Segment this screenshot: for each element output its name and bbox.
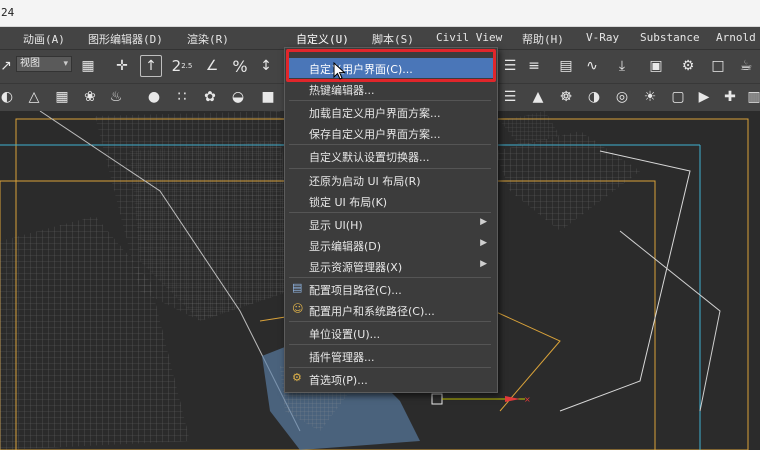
menu-scripting[interactable]: 脚本(S): [372, 31, 414, 47]
user-folder-icon: ☺: [292, 302, 304, 315]
menu-separator: [289, 100, 491, 101]
render-setup-icon[interactable]: ▣: [646, 56, 666, 76]
menu-separator: [289, 277, 491, 278]
view-dropdown[interactable]: 视图: [16, 56, 72, 72]
menu-separator: [289, 321, 491, 322]
menu-item-label: 显示编辑器(D): [309, 240, 382, 253]
menu-item-plugin-manager[interactable]: 插件管理器...: [287, 346, 493, 366]
render-frame-icon[interactable]: □: [708, 56, 728, 76]
palette-dots-icon[interactable]: ∷: [172, 87, 192, 107]
shape-icon[interactable]: △: [24, 87, 44, 107]
folder-icon: ▤: [292, 281, 303, 294]
menu-item-units-setup[interactable]: 单位设置(U)...: [287, 323, 493, 343]
menu-item-label: 显示资源管理器(X): [309, 261, 403, 274]
menu-item-project-paths[interactable]: ▤ 配置项目路径(C)...: [287, 279, 493, 299]
menu-item-label: 插件管理器...: [309, 351, 375, 364]
menu-item-label: 显示 UI(H): [309, 219, 363, 232]
menu-customize[interactable]: 自定义(U): [296, 31, 349, 47]
frame-icon[interactable]: ▢: [668, 87, 688, 107]
grid-icon[interactable]: ▦: [52, 87, 72, 107]
pin-icon[interactable]: ▲: [528, 87, 548, 107]
material-ball-icon[interactable]: ●: [144, 87, 164, 107]
menu-item-label: 热键编辑器...: [309, 84, 375, 97]
menu-item-label: 首选项(P)...: [309, 374, 368, 387]
paint-palette-icon[interactable]: ✿: [200, 87, 220, 107]
panel-icon[interactable]: ▥: [744, 87, 760, 107]
select-region-icon[interactable]: ↑: [140, 55, 162, 77]
menu-item-show-ui[interactable]: 显示 UI(H) ▶: [287, 214, 493, 234]
submenu-arrow-icon: ▶: [480, 238, 487, 248]
light-bulb-icon[interactable]: ☀: [640, 87, 660, 107]
window-title-bar: 24: [0, 0, 760, 27]
menu-graph-editors[interactable]: 图形编辑器(D): [88, 31, 163, 47]
submenu-arrow-icon: ▶: [480, 217, 487, 227]
disc-icon[interactable]: ◑: [584, 87, 604, 107]
highlight-callout: [286, 49, 496, 82]
render-teapot-icon[interactable]: ☕: [736, 56, 756, 76]
sphere-icon[interactable]: ◐: [0, 87, 17, 107]
menu-item-load-ui-scheme[interactable]: 加载自定义用户界面方案...: [287, 102, 493, 122]
curve-editor-icon[interactable]: ∿: [582, 56, 602, 76]
menu-separator: [289, 144, 491, 145]
menu-vray[interactable]: V-Ray: [586, 31, 619, 44]
menu-item-label: 配置用户和系统路径(C)...: [309, 305, 435, 318]
menu-item-label: 配置项目路径(C)...: [309, 284, 402, 297]
menu-item-show-editors[interactable]: 显示编辑器(D) ▶: [287, 235, 493, 255]
angle-snap-icon[interactable]: ∠: [202, 56, 222, 76]
paint-bucket-icon[interactable]: ◒: [228, 87, 248, 107]
window-title: 24: [1, 6, 15, 19]
plant-icon[interactable]: ❀: [80, 87, 100, 107]
menu-separator: [289, 212, 491, 213]
menu-item-label: 还原为启动 UI 布局(R): [309, 175, 421, 188]
link-icon[interactable]: ↗: [0, 56, 16, 76]
menu-arnold[interactable]: Arnold: [716, 31, 756, 44]
snap-toggle-icon[interactable]: 2 2.5: [172, 56, 193, 76]
menu-item-defaults-switcher[interactable]: 自定义默认设置切换器...: [287, 146, 493, 166]
move-icon[interactable]: ✛: [112, 56, 132, 76]
play-icon[interactable]: ▶: [694, 87, 714, 107]
menu-civil-view[interactable]: Civil View: [436, 31, 502, 44]
menu-item-label: 锁定 UI 布局(K): [309, 196, 388, 209]
gizmo-x-glyph: ×: [524, 395, 531, 404]
menu-item-lock-ui-layout[interactable]: 锁定 UI 布局(K): [287, 191, 493, 211]
mouse-cursor-icon: [333, 62, 346, 80]
select-object-icon[interactable]: ▦: [78, 56, 98, 76]
menu-item-save-ui-scheme[interactable]: 保存自定义用户界面方案...: [287, 123, 493, 143]
material-editor-icon[interactable]: ⚙: [678, 56, 698, 76]
menu-separator: [289, 367, 491, 368]
dope-sheet-icon[interactable]: ⤓: [612, 56, 632, 76]
menu-substance[interactable]: Substance: [640, 31, 700, 44]
menu-separator: [289, 168, 491, 169]
menu-item-label: 保存自定义用户界面方案...: [309, 128, 441, 141]
spinner-snap-icon[interactable]: ↕: [256, 56, 276, 76]
menu-item-label: 加载自定义用户界面方案...: [309, 107, 441, 120]
target-icon[interactable]: ◎: [612, 87, 632, 107]
list-icon[interactable]: ☰: [500, 87, 520, 107]
layer-list-icon[interactable]: ☰: [500, 56, 520, 76]
vertex-icon[interactable]: ■: [258, 87, 278, 107]
layer-manager-icon[interactable]: ≡: [524, 56, 544, 76]
submenu-arrow-icon: ▶: [480, 259, 487, 269]
menu-separator: [289, 344, 491, 345]
menu-rendering[interactable]: 渲染(R): [187, 31, 229, 47]
menu-item-preferences[interactable]: ⚙ 首选项(P)...: [287, 369, 493, 389]
menu-item-label: 单位设置(U)...: [309, 328, 381, 341]
menu-item-show-explorers[interactable]: 显示资源管理器(X) ▶: [287, 256, 493, 276]
gear-icon: ⚙: [292, 371, 302, 384]
crosshair-icon[interactable]: ✚: [720, 87, 740, 107]
percent-snap-icon[interactable]: %: [230, 56, 250, 76]
menu-item-label: 自定义默认设置切换器...: [309, 151, 430, 164]
menu-item-hotkey-editor[interactable]: 热键编辑器...: [287, 79, 493, 99]
menu-help[interactable]: 帮助(H): [522, 31, 564, 47]
schematic-view-icon[interactable]: ▤: [556, 56, 576, 76]
wheel-icon[interactable]: ☸: [556, 87, 576, 107]
customize-menu: 自定义用户界面(C)... 热键编辑器... 加载自定义用户界面方案... 保存…: [284, 47, 498, 393]
menu-item-revert-startup-layout[interactable]: 还原为启动 UI 布局(R): [287, 170, 493, 190]
flame-icon[interactable]: ♨: [106, 87, 126, 107]
snap-label: 2.5: [181, 62, 193, 70]
menu-item-user-system-paths[interactable]: ☺ 配置用户和系统路径(C)...: [287, 300, 493, 320]
menu-animation[interactable]: 动画(A): [23, 31, 65, 47]
